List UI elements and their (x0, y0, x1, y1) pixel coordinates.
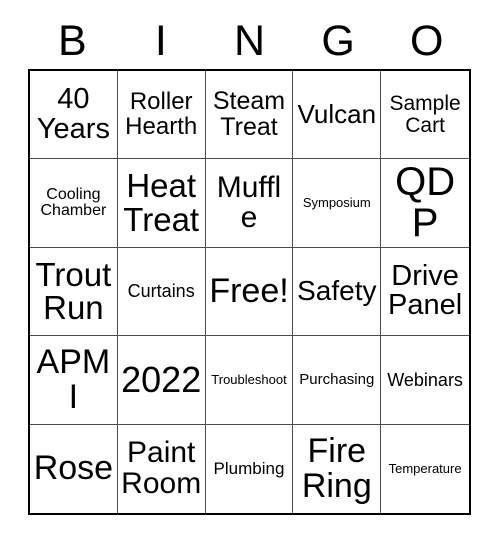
bingo-grid: 40 Years Roller Hearth Steam Treat Vulca… (28, 69, 471, 515)
bingo-cell-label: Rose (33, 449, 114, 488)
bingo-cell-free-space[interactable]: Free! (205, 247, 294, 337)
bingo-cell-label: Drive Panel (388, 259, 463, 322)
bingo-cell-label: Troubleshoot (211, 372, 287, 388)
bingo-cell-label: Symposium (302, 195, 371, 211)
header-letter-g: G (321, 17, 355, 65)
bingo-card: B I N G O 40 Years Roller Hearth Steam T… (0, 0, 500, 544)
bingo-cell-label: Temperature (388, 461, 462, 477)
bingo-cell-label: QDP (395, 160, 456, 246)
bingo-cell[interactable]: Rose (30, 424, 118, 513)
bingo-cell[interactable]: QDP (381, 159, 469, 248)
bingo-cell-label: APMI (36, 343, 111, 416)
bingo-header-row: B I N G O (28, 14, 471, 69)
bingo-cell[interactable]: 2022 (117, 336, 206, 425)
bingo-cell-label: Safety (297, 275, 377, 307)
bingo-cell[interactable]: Fire Ring (293, 424, 382, 513)
bingo-cell-label: Heat Treat (123, 167, 200, 239)
bingo-cell[interactable]: Heat Treat (117, 159, 206, 248)
bingo-cell-label: Free! (209, 272, 289, 311)
header-letter-n: N (233, 17, 266, 65)
bingo-cell-label: Sample Cart (389, 92, 461, 137)
bingo-cell[interactable]: Vulcan (293, 71, 382, 160)
bingo-cell-label: Vulcan (297, 99, 377, 130)
header-letter-i: I (154, 17, 167, 65)
bingo-cell[interactable]: Cooling Chamber (30, 159, 118, 248)
header-letter-o: O (409, 17, 444, 65)
bingo-cell-label: Trout Run (35, 255, 112, 327)
bingo-cell[interactable]: Purchasing (293, 336, 382, 425)
bingo-cell[interactable]: Troubleshoot (205, 336, 294, 425)
bingo-cell-label: Cooling Chamber (40, 185, 107, 220)
bingo-cell[interactable]: Webinars (381, 336, 469, 425)
bingo-cell[interactable]: Sample Cart (381, 71, 469, 160)
bingo-cell[interactable]: Safety (293, 247, 382, 337)
bingo-cell-label: 40 Years (36, 83, 110, 145)
bingo-cell[interactable]: Paint Room (117, 424, 206, 513)
bingo-cell[interactable]: Steam Treat (205, 71, 294, 160)
bingo-cell[interactable]: Trout Run (30, 247, 118, 337)
bingo-cell[interactable]: Roller Hearth (117, 71, 206, 160)
bingo-cell-label: Purchasing (299, 371, 375, 389)
bingo-cell-label: Plumbing (213, 459, 285, 479)
bingo-cell-label: Roller Hearth (125, 88, 198, 140)
bingo-cell[interactable]: APMI (30, 336, 118, 425)
bingo-cell[interactable]: Symposium (293, 159, 382, 248)
bingo-cell[interactable]: Temperature (381, 424, 469, 513)
bingo-cell-label: 2022 (121, 358, 202, 400)
bingo-cell[interactable]: Muffle (205, 159, 294, 248)
bingo-cell-label: Webinars (387, 369, 463, 390)
bingo-cell-label: Muffle (216, 170, 282, 235)
bingo-cell-label: Curtains (127, 281, 195, 302)
bingo-cell[interactable]: Curtains (117, 247, 206, 337)
bingo-cell[interactable]: 40 Years (30, 71, 118, 160)
bingo-cell-label: Paint Room (121, 436, 202, 500)
bingo-cell[interactable]: Drive Panel (381, 247, 469, 337)
bingo-cell-label: Fire Ring (301, 432, 372, 505)
bingo-cell[interactable]: Plumbing (205, 424, 294, 513)
header-letter-b: B (57, 17, 87, 65)
bingo-cell-label: Steam Treat (212, 87, 286, 141)
